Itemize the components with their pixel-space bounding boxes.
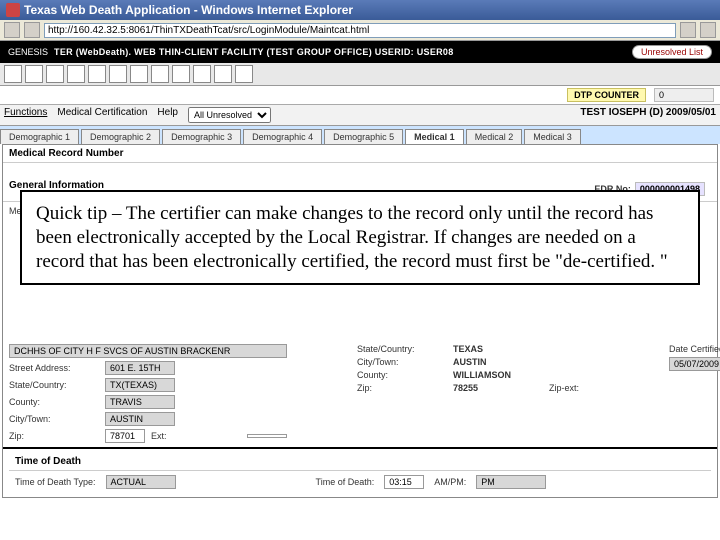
menu-functions[interactable]: Functions: [4, 107, 47, 123]
dtp-counter-label: DTP COUNTER: [567, 88, 646, 102]
street-value[interactable]: 601 E. 15TH: [105, 361, 175, 375]
toolbar-icon[interactable]: [193, 65, 211, 83]
r-county-value: WILLIAMSON: [453, 370, 543, 380]
far-right-col: Date Certified: 05/07/2009: [669, 344, 720, 443]
window-titlebar: Texas Web Death Application - Windows In…: [0, 0, 720, 20]
zip-label: Zip:: [9, 431, 99, 441]
zip-value[interactable]: 78701: [105, 429, 145, 443]
toolbar-icon[interactable]: [151, 65, 169, 83]
toolbar-icon[interactable]: [67, 65, 85, 83]
tab-medical-1[interactable]: Medical 1: [405, 129, 464, 144]
r-zip-label: Zip:: [357, 383, 447, 393]
r-zip-value: 78255: [453, 383, 543, 393]
right-col: State/Country: TEXAS City/Town: AUSTIN Cou…: [357, 344, 639, 443]
unresolved-list-button[interactable]: Unresolved List: [632, 45, 712, 59]
r-county-label: County:: [357, 370, 447, 380]
city-label: City/Town:: [9, 414, 99, 424]
tod-ampm-value[interactable]: PM: [476, 475, 546, 489]
state-value[interactable]: TX(TEXAS): [105, 378, 175, 392]
state-label: State/Country:: [9, 380, 99, 390]
mrn-title: Medical Record Number: [3, 145, 717, 163]
filter-select[interactable]: All Unresolved: [188, 107, 271, 123]
r-city-value: AUSTIN: [453, 357, 543, 367]
toolbar-icon[interactable]: [25, 65, 43, 83]
app-header-title: TER (WebDeath). WEB THIN-CLIENT FACILITY…: [54, 47, 454, 57]
dtp-counter-value: 0: [654, 88, 714, 102]
toolbar-icon[interactable]: [46, 65, 64, 83]
tab-demographic-2[interactable]: Demographic 2: [81, 129, 160, 144]
tab-demographic-1[interactable]: Demographic 1: [0, 129, 79, 144]
toolbar: [0, 63, 720, 86]
r-state-label: State/Country:: [357, 344, 447, 354]
left-col: DCHHS OF CITY H F SVCS OF AUSTIN BRACKEN…: [9, 344, 287, 443]
street-label: Street Address:: [9, 363, 99, 373]
tod-title: Time of Death: [9, 453, 711, 471]
current-record: TEST IOSEPH (D) 2009/05/01: [580, 107, 716, 123]
toolbar-icon[interactable]: [172, 65, 190, 83]
tabs-row: Demographic 1 Demographic 2 Demographic …: [0, 126, 720, 144]
tod-time-label: Time of Death:: [316, 477, 375, 487]
forward-icon[interactable]: [24, 22, 40, 38]
toolbar-icon[interactable]: [130, 65, 148, 83]
county-label: County:: [9, 397, 99, 407]
genesis-logo: GENESIS: [8, 47, 48, 57]
tab-demographic-5[interactable]: Demographic 5: [324, 129, 403, 144]
tab-demographic-4[interactable]: Demographic 4: [243, 129, 322, 144]
menu-medical-cert[interactable]: Medical Certification: [57, 107, 147, 123]
url-input[interactable]: [44, 23, 676, 38]
back-icon[interactable]: [4, 22, 20, 38]
stop-icon[interactable]: [700, 22, 716, 38]
tab-demographic-3[interactable]: Demographic 3: [162, 129, 241, 144]
r-city-label: City/Town:: [357, 357, 447, 367]
menubar: Functions Medical Certification Help All…: [0, 105, 720, 126]
address-bar: [0, 20, 720, 41]
quick-tip-overlay: Quick tip – The certifier can make chang…: [20, 190, 700, 285]
r-state-value: TEXAS: [453, 344, 543, 354]
app-header: GENESIS TER (WebDeath). WEB THIN-CLIENT …: [0, 41, 720, 63]
tod-type-label: Time of Death Type:: [15, 477, 96, 487]
tod-time-value[interactable]: 03:15: [384, 475, 424, 489]
ext-value[interactable]: [247, 434, 287, 438]
tab-medical-2[interactable]: Medical 2: [466, 129, 523, 144]
ie-icon: [6, 3, 20, 17]
datecert-value[interactable]: 05/07/2009: [669, 357, 720, 371]
dtp-row: DTP COUNTER 0: [0, 86, 720, 105]
tab-medical-3[interactable]: Medical 3: [524, 129, 581, 144]
tod-ampm-label: AM/PM:: [434, 477, 466, 487]
toolbar-icon[interactable]: [88, 65, 106, 83]
toolbar-icon[interactable]: [235, 65, 253, 83]
r-zipext-label: Zip-ext:: [549, 383, 639, 393]
datecert-label: Date Certified:: [669, 344, 720, 354]
tod-type-value[interactable]: ACTUAL: [106, 475, 176, 489]
time-of-death-section: Time of Death Time of Death Type: ACTUAL…: [3, 447, 717, 497]
menu-help[interactable]: Help: [157, 107, 178, 123]
toolbar-icon[interactable]: [4, 65, 22, 83]
window-title: Texas Web Death Application - Windows In…: [24, 3, 353, 17]
city-value[interactable]: AUSTIN: [105, 412, 175, 426]
county-value[interactable]: TRAVIS: [105, 395, 175, 409]
facility-name: DCHHS OF CITY H F SVCS OF AUSTIN BRACKEN…: [9, 344, 287, 358]
ext-label: Ext:: [151, 431, 241, 441]
toolbar-icon[interactable]: [109, 65, 127, 83]
toolbar-icon[interactable]: [214, 65, 232, 83]
refresh-icon[interactable]: [680, 22, 696, 38]
